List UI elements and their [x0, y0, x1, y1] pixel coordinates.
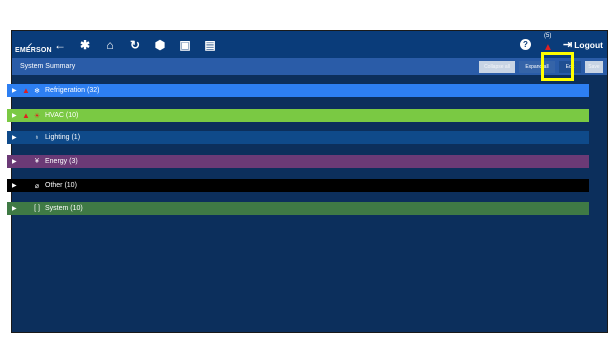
logout-button[interactable]: ⇥ Logout	[563, 38, 603, 51]
emerson-logo: ⸝ EMERSON	[15, 37, 52, 54]
alarm-bell-icon: ▲	[22, 111, 30, 120]
group-lighting[interactable]: ▶ ♁ Lighting (1)	[7, 131, 589, 144]
refresh-icon[interactable]: ↻	[125, 35, 145, 55]
group-other[interactable]: ▶ ⌀ Other (10)	[7, 179, 589, 192]
collapse-all-button[interactable]: Collapse all	[479, 60, 515, 73]
hvac-icon: ☀	[33, 112, 41, 120]
box-icon[interactable]: ⬢	[150, 35, 170, 55]
logout-icon: ⇥	[562, 39, 573, 51]
alarm-count: (5)	[543, 32, 552, 39]
system-icon: [ ]	[34, 205, 40, 212]
help-icon[interactable]: ?	[519, 39, 531, 50]
snowflake-icon: ❄	[34, 87, 40, 95]
group-refrigeration[interactable]: ▶ ▲ ❄ Refrigeration (32)	[7, 84, 589, 97]
lightbulb-icon: ♁	[34, 134, 40, 141]
group-hvac[interactable]: ▶ ▲ ☀ HVAC (10)	[7, 109, 589, 122]
group-label: Other (10)	[45, 182, 77, 189]
brand-text: EMERSON	[15, 46, 52, 54]
group-label: Lighting (1)	[45, 134, 81, 141]
logo-mark-icon: ⸝	[27, 37, 33, 48]
expand-caret-icon[interactable]: ▶	[12, 134, 22, 141]
save-button[interactable]: Save	[585, 60, 603, 73]
group-energy[interactable]: ▶ ¥ Energy (3)	[7, 155, 589, 168]
expand-caret-icon[interactable]: ▶	[12, 112, 22, 119]
other-icon: ⌀	[34, 182, 40, 190]
expand-caret-icon[interactable]: ▶	[12, 205, 22, 212]
group-label: Refrigeration (32)	[45, 87, 100, 94]
calendar-icon[interactable]: ▣	[175, 35, 195, 55]
gear-icon[interactable]: ✱	[75, 35, 95, 55]
expand-caret-icon[interactable]: ▶	[12, 182, 22, 189]
bell-icon: ▲	[542, 41, 553, 53]
group-label: Energy (3)	[45, 158, 78, 165]
subbar: System Summary Collapse all Expand all E…	[12, 58, 607, 75]
energy-icon: ¥	[35, 158, 39, 165]
page-title: System Summary	[20, 63, 76, 70]
group-label: HVAC (10)	[45, 112, 79, 119]
expand-caret-icon[interactable]: ▶	[12, 158, 22, 165]
logout-label: Logout	[574, 39, 603, 50]
expand-caret-icon[interactable]: ▶	[12, 87, 22, 94]
group-label: System (10)	[45, 205, 83, 212]
back-arrow-icon[interactable]: ←	[50, 35, 70, 55]
edit-highlight-box	[541, 52, 574, 81]
alarm-bell-icon: ▲	[22, 86, 30, 95]
home-icon[interactable]: ⌂	[100, 35, 120, 55]
group-system[interactable]: ▶ [ ] System (10)	[7, 202, 589, 215]
calculator-icon[interactable]: ▤	[200, 35, 220, 55]
